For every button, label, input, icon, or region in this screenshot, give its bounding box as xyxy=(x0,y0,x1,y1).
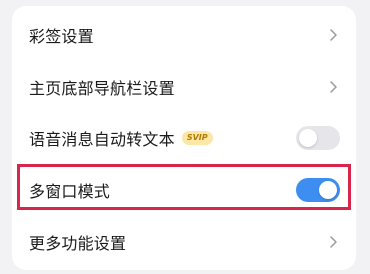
voice-to-text-toggle[interactable] xyxy=(296,126,340,150)
settings-row-color-tag[interactable]: 彩签设置 xyxy=(12,9,356,61)
voice-to-text-label: 语音消息自动转文本 xyxy=(29,130,175,149)
settings-row-voice-to-text: 语音消息自动转文本 SVIP xyxy=(12,112,356,164)
more-features-settings-label: 更多功能设置 xyxy=(29,234,127,253)
toggle-knob xyxy=(319,181,337,199)
multi-window-mode-label: 多窗口模式 xyxy=(29,182,111,201)
settings-row-more-features[interactable]: 更多功能设置 xyxy=(12,216,356,268)
chevron-right-icon xyxy=(330,81,337,93)
settings-row-multi-window: 多窗口模式 xyxy=(12,164,356,216)
bottom-nav-settings-label: 主页底部导航栏设置 xyxy=(29,79,175,98)
chevron-right-icon xyxy=(330,236,337,248)
settings-row-bottom-nav[interactable]: 主页底部导航栏设置 xyxy=(12,61,356,113)
chevron-right-icon xyxy=(330,29,337,41)
color-tag-settings-label: 彩签设置 xyxy=(29,27,94,46)
settings-card: 彩签设置 主页底部导航栏设置 语音消息自动转文本 SVIP 多窗口模式 更多功能… xyxy=(12,6,356,270)
toggle-knob xyxy=(299,129,317,147)
multi-window-mode-toggle[interactable] xyxy=(296,178,340,202)
svip-badge: SVIP xyxy=(181,131,213,145)
